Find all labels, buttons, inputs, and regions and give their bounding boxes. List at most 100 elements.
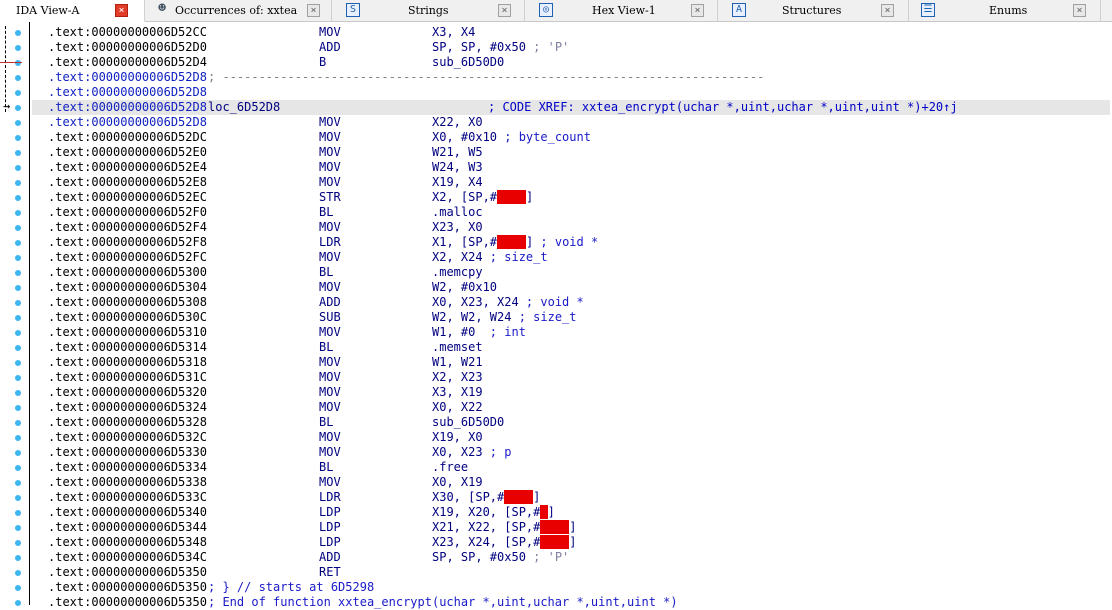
breakpoint-dot[interactable] <box>15 540 21 546</box>
instruction-operands[interactable]: X21, X22, [SP,#0x10] <box>432 520 577 535</box>
breakpoint-dot[interactable] <box>15 105 21 111</box>
highlighted-offset[interactable]: 0 <box>540 505 548 519</box>
breakpoint-dot[interactable] <box>15 90 21 96</box>
close-icon[interactable]: × <box>881 4 894 17</box>
instruction-operands[interactable]: sub_6D50D0 <box>432 415 504 430</box>
code-line[interactable]: .text:00000000006D5320 MOV X3, X19 <box>32 385 1110 400</box>
breakpoint-dot[interactable] <box>15 330 21 336</box>
code-line[interactable]: .text:00000000006D5304 MOV W2, #0x10 <box>32 280 1110 295</box>
code-line[interactable]: .text:00000000006D5318 MOV W1, W21 <box>32 355 1110 370</box>
breakpoint-dot[interactable] <box>15 360 21 366</box>
breakpoint-dot[interactable] <box>15 390 21 396</box>
breakpoint-dot[interactable] <box>15 270 21 276</box>
code-line[interactable]: .text:00000000006D5350; End of function … <box>32 595 1110 610</box>
code-line[interactable]: .text:00000000006D5348 LDP X23, X24, [SP,#… <box>32 535 1110 550</box>
breakpoint-dot[interactable] <box>15 60 21 66</box>
instruction-operands[interactable]: X3, X4 <box>432 25 475 40</box>
highlighted-offset[interactable]: 0x48 <box>497 190 526 204</box>
breakpoint-dot[interactable] <box>15 195 21 201</box>
breakpoint-dot[interactable] <box>15 435 21 441</box>
breakpoint-dot[interactable] <box>15 465 21 471</box>
instruction-operands[interactable]: X2, [SP,#0x48] <box>432 190 533 205</box>
code-line[interactable]: .text:00000000006D5330 MOV X0, X23 ; p <box>32 445 1110 460</box>
breakpoint-dot[interactable] <box>15 210 21 216</box>
breakpoint-dot[interactable] <box>15 225 21 231</box>
instruction-operands[interactable]: X2, X24 ; size_t <box>432 250 548 265</box>
code-line[interactable]: .text:00000000006D5334 BL .free <box>32 460 1110 475</box>
code-line[interactable]: .text:00000000006D52D8 <box>32 85 1110 100</box>
instruction-operands[interactable]: .memcpy <box>432 265 483 280</box>
close-icon[interactable]: × <box>691 4 704 17</box>
breakpoint-dot[interactable] <box>15 375 21 381</box>
instruction-operands[interactable]: X0, X22 <box>432 400 483 415</box>
code-line[interactable]: .text:00000000006D52E8 MOV X19, X4 <box>32 175 1110 190</box>
code-line[interactable]: .text:00000000006D5300 BL .memcpy <box>32 265 1110 280</box>
instruction-operands[interactable]: .free <box>432 460 468 475</box>
instruction-operands[interactable]: X19, X4 <box>432 175 483 190</box>
code-line[interactable]: .text:00000000006D52D8 MOV X22, X0 <box>32 115 1110 130</box>
instruction-operands[interactable]: X3, X19 <box>432 385 483 400</box>
instruction-operands[interactable]: X23, X24, [SP,#0x20] <box>432 535 577 550</box>
instruction-operands[interactable]: X0, X23, X24 ; void * <box>432 295 584 310</box>
instruction-operands[interactable]: SP, SP, #0x50 ; 'P' <box>432 550 569 565</box>
code-line[interactable]: .text:00000000006D532C MOV X19, X0 <box>32 430 1110 445</box>
instruction-operands[interactable]: sub_6D50D0 <box>432 55 504 70</box>
code-line[interactable]: .text:00000000006D52D8 loc_6D52D8 ; CODE X… <box>32 100 1110 115</box>
code-line[interactable]: .text:00000000006D530C SUB W2, W2, W24 ; s… <box>32 310 1110 325</box>
code-line[interactable]: .text:00000000006D534C ADD SP, SP, #0x50 ;… <box>32 550 1110 565</box>
close-icon[interactable]: × <box>1073 4 1086 17</box>
code-line[interactable]: .text:00000000006D52EC STR X2, [SP,#0x48] <box>32 190 1110 205</box>
close-icon[interactable]: × <box>498 4 511 17</box>
breakpoint-dot[interactable] <box>15 165 21 171</box>
instruction-operands[interactable]: X19, X20, [SP,#0] <box>432 505 555 520</box>
code-xref[interactable]: ; CODE XREF: xxtea_encrypt(uchar *,uint,… <box>488 100 958 115</box>
close-icon[interactable]: × <box>115 4 128 17</box>
highlighted-offset[interactable]: 0x30 <box>504 490 534 504</box>
breakpoint-dot[interactable] <box>15 525 21 531</box>
highlighted-offset[interactable]: 0x48 <box>497 235 526 249</box>
breakpoint-dot[interactable] <box>15 315 21 321</box>
breakpoint-dot[interactable] <box>15 510 21 516</box>
breakpoint-dot[interactable] <box>15 255 21 261</box>
code-line[interactable]: .text:00000000006D52D0 ADD SP, SP, #0x50 ;… <box>32 40 1110 55</box>
code-line[interactable]: .text:00000000006D52CC MOV X3, X4 <box>32 25 1110 40</box>
tab-structures[interactable]: A Structures × <box>718 0 909 22</box>
instruction-operands[interactable]: W1, #0 ; int <box>432 325 526 340</box>
breakpoint-dot[interactable] <box>15 75 21 81</box>
instruction-operands[interactable]: X22, X0 <box>432 115 483 130</box>
code-line[interactable]: .text:00000000006D52FC MOV X2, X24 ; size_… <box>32 250 1110 265</box>
instruction-operands[interactable]: X19, X0 <box>432 430 483 445</box>
code-line[interactable]: .text:00000000006D5338 MOV X0, X19 <box>32 475 1110 490</box>
code-line[interactable]: .text:00000000006D52E4 MOV W24, W3 <box>32 160 1110 175</box>
breakpoint-dot[interactable] <box>15 345 21 351</box>
breakpoint-dot[interactable] <box>15 240 21 246</box>
instruction-operands[interactable]: W21, W5 <box>432 145 483 160</box>
code-line[interactable]: .text:00000000006D5350; } // starts at 6… <box>32 580 1110 595</box>
breakpoint-dot[interactable] <box>15 120 21 126</box>
breakpoint-dot[interactable] <box>15 405 21 411</box>
breakpoint-dot[interactable] <box>15 495 21 501</box>
breakpoint-dot[interactable] <box>15 300 21 306</box>
code-line[interactable]: .text:00000000006D52E0 MOV W21, W5 <box>32 145 1110 160</box>
code-line[interactable]: .text:00000000006D5328 BL sub_6D50D0 <box>32 415 1110 430</box>
code-line[interactable]: .text:00000000006D5308 ADD X0, X23, X24 ; … <box>32 295 1110 310</box>
breakpoint-dot[interactable] <box>15 480 21 486</box>
tab-hex-view-1[interactable]: ◎ Hex View-1 × <box>525 0 718 22</box>
breakpoint-dot[interactable] <box>15 285 21 291</box>
code-line[interactable]: .text:00000000006D5344 LDP X21, X22, [SP,#… <box>32 520 1110 535</box>
instruction-operands[interactable]: X23, X0 <box>432 220 483 235</box>
tab-ida-view-a[interactable]: IDA View-A × <box>0 0 145 22</box>
code-line[interactable]: .text:00000000006D52D8; ----------------… <box>32 70 1110 85</box>
breakpoint-dot[interactable] <box>15 570 21 576</box>
breakpoint-dot[interactable] <box>15 180 21 186</box>
breakpoint-dot[interactable] <box>15 150 21 156</box>
code-line[interactable]: .text:00000000006D52D4 Bsub_6D50D0 <box>32 55 1110 70</box>
instruction-operands[interactable]: .malloc <box>432 205 483 220</box>
code-label[interactable]: loc_6D52D8 <box>208 100 280 115</box>
breakpoint-dot[interactable] <box>15 555 21 561</box>
code-line[interactable]: .text:00000000006D5340 LDP X19, X20, [SP,#… <box>32 505 1110 520</box>
code-line[interactable]: .text:00000000006D5314 BL .memset <box>32 340 1110 355</box>
code-line[interactable]: .text:00000000006D531C MOV X2, X23 <box>32 370 1110 385</box>
instruction-operands[interactable]: X0, X23 ; p <box>432 445 511 460</box>
instruction-operands[interactable]: X0, X19 <box>432 475 483 490</box>
